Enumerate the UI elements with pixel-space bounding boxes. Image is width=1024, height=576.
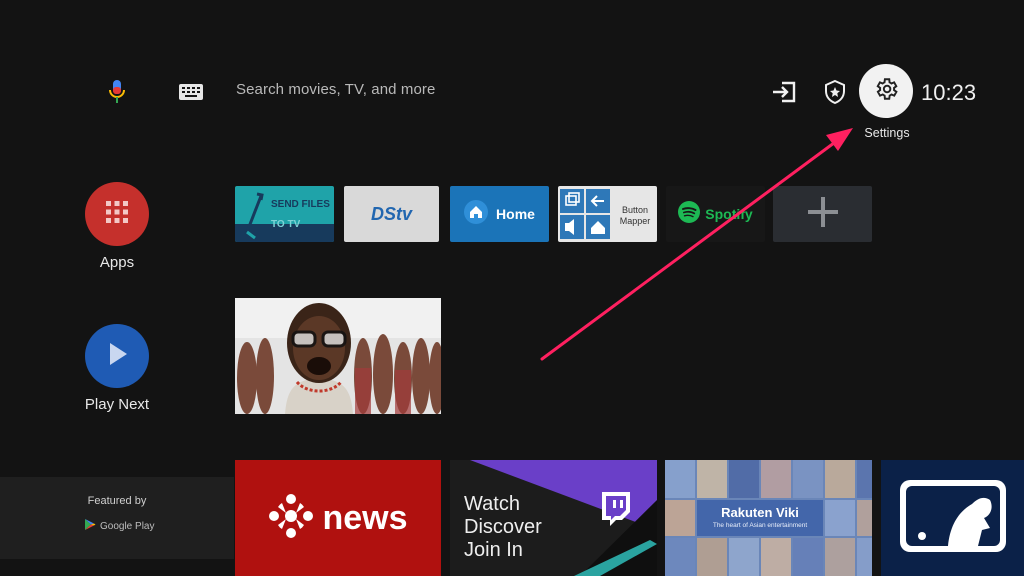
send-files-line1: SEND FILES: [271, 199, 330, 210]
play-next-button[interactable]: [85, 324, 149, 388]
home-icon: [464, 199, 489, 229]
twitch-line2: Discover: [464, 516, 542, 538]
twitch-logo-icon: [600, 490, 632, 531]
mlb-card[interactable]: [881, 460, 1024, 576]
home-tile[interactable]: Home: [450, 186, 549, 242]
settings-button[interactable]: [859, 64, 913, 118]
home-label: Home: [496, 206, 535, 222]
button-mapper-line1: Button: [621, 205, 649, 215]
add-app-tile[interactable]: [773, 186, 872, 242]
settings-label: Settings: [864, 126, 910, 140]
apps-button[interactable]: [85, 182, 149, 246]
input-source-icon[interactable]: [770, 80, 798, 104]
viki-title: Rakuten Viki: [721, 505, 799, 520]
button-mapper-line2: Mapper: [619, 216, 651, 226]
spotify-icon: [678, 200, 701, 228]
send-files-line2: TO TV: [271, 219, 301, 230]
rakuten-viki-card[interactable]: Rakuten Viki The heart of Asian entertai…: [665, 460, 872, 576]
video-preview-thumbnail[interactable]: [235, 298, 441, 414]
spotify-label: Spotify: [705, 206, 753, 222]
dstv-tile[interactable]: DStv: [344, 186, 439, 242]
cbc-logo-icon: [268, 493, 314, 544]
featured-by-label: Featured by: [87, 495, 147, 507]
google-play-logo: Google Play: [84, 518, 154, 534]
clock: 10:23: [921, 80, 977, 105]
spotify-tile[interactable]: Spotify: [666, 186, 765, 242]
mlb-logo-icon: [898, 478, 1008, 559]
viki-subtitle: The heart of Asian entertainment: [712, 522, 808, 529]
google-play-label: Google Play: [100, 520, 155, 532]
news-label: news: [322, 498, 408, 537]
microphone-icon[interactable]: [104, 78, 130, 106]
grid-icon: [104, 199, 130, 230]
shield-icon[interactable]: [823, 79, 847, 105]
search-input[interactable]: Search movies, TV, and more: [236, 81, 435, 98]
twitch-card[interactable]: Watch Discover Join In: [450, 460, 657, 576]
play-icon: [105, 341, 129, 372]
gear-icon: [873, 76, 899, 107]
button-mapper-icon: [560, 189, 610, 239]
plus-icon: [806, 195, 840, 234]
apps-label: Apps: [99, 254, 135, 271]
google-play-icon: [84, 518, 96, 534]
twitch-line1: Watch: [464, 493, 520, 515]
twitch-line3: Join In: [464, 539, 523, 561]
button-mapper-tile[interactable]: Button Mapper: [558, 186, 657, 242]
play-next-label: Play Next: [84, 396, 150, 413]
send-files-to-tv-tile[interactable]: SEND FILES TO TV: [235, 186, 334, 242]
cbc-news-card[interactable]: news: [235, 460, 441, 576]
dstv-logo: DStv: [370, 203, 412, 224]
keyboard-icon[interactable]: [178, 82, 204, 102]
